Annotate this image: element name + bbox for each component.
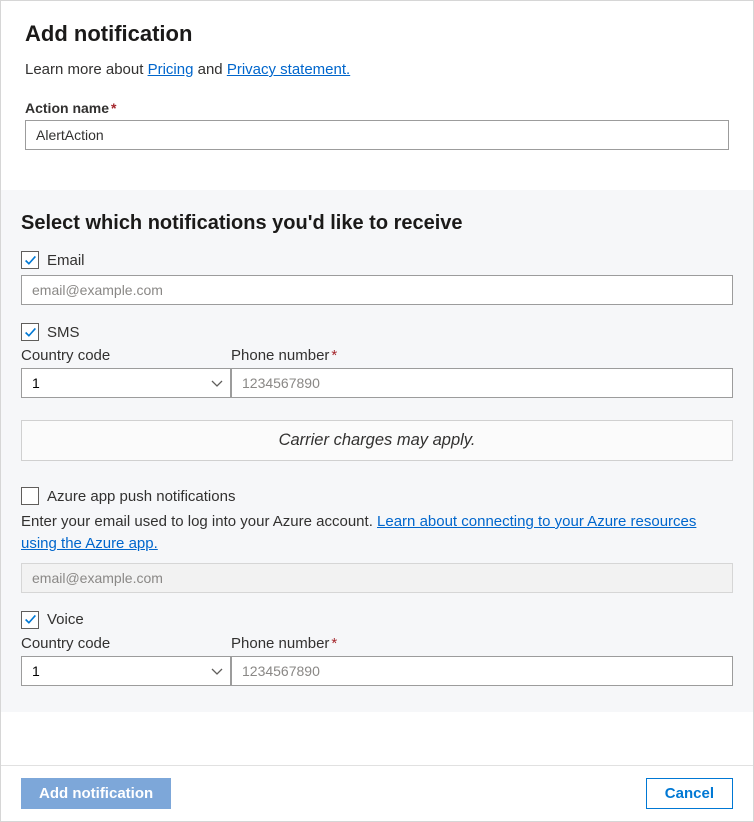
sms-phone-label: Phone number* — [231, 347, 733, 364]
check-icon — [24, 326, 37, 339]
email-label: Email — [47, 252, 85, 269]
privacy-link[interactable]: Privacy statement. — [227, 61, 350, 78]
action-name-label: Action name* — [25, 100, 729, 116]
intro-prefix: Learn more about — [25, 61, 148, 78]
voice-checkbox[interactable] — [21, 611, 39, 629]
voice-label: Voice — [47, 611, 84, 628]
voice-group: Voice Country code 1 Ph — [21, 611, 733, 686]
carrier-notice: Carrier charges may apply. — [21, 420, 733, 461]
sms-label: SMS — [47, 324, 80, 341]
page-title: Add notification — [25, 21, 729, 47]
sms-checkbox[interactable] — [21, 323, 39, 341]
email-checkbox[interactable] — [21, 251, 39, 269]
azure-push-helper: Enter your email used to log into your A… — [21, 511, 733, 555]
check-icon — [24, 254, 37, 267]
azure-push-email-input — [21, 563, 733, 593]
pricing-link[interactable]: Pricing — [148, 61, 194, 78]
voice-cc-select[interactable]: 1 — [21, 656, 231, 686]
azure-push-checkbox[interactable] — [21, 487, 39, 505]
check-icon — [24, 613, 37, 626]
intro-and: and — [198, 61, 227, 78]
cancel-button[interactable]: Cancel — [646, 778, 733, 809]
email-input[interactable] — [21, 275, 733, 305]
add-notification-button[interactable]: Add notification — [21, 778, 171, 809]
section-title: Select which notifications you'd like to… — [21, 212, 733, 235]
intro-text: Learn more about Pricing and Privacy sta… — [25, 61, 729, 78]
voice-phone-input[interactable] — [231, 656, 733, 686]
azure-push-label: Azure app push notifications — [47, 488, 235, 505]
azure-push-group: Azure app push notifications Enter your … — [21, 487, 733, 593]
footer: Add notification Cancel — [1, 765, 753, 821]
sms-cc-select[interactable]: 1 — [21, 368, 231, 398]
voice-phone-label: Phone number* — [231, 635, 733, 652]
voice-cc-label: Country code — [21, 635, 231, 652]
sms-phone-input[interactable] — [231, 368, 733, 398]
action-name-input[interactable] — [25, 120, 729, 150]
notifications-panel: Select which notifications you'd like to… — [1, 190, 753, 712]
sms-group: SMS Country code 1 Phon — [21, 323, 733, 398]
sms-cc-label: Country code — [21, 347, 231, 364]
email-group: Email — [21, 251, 733, 305]
